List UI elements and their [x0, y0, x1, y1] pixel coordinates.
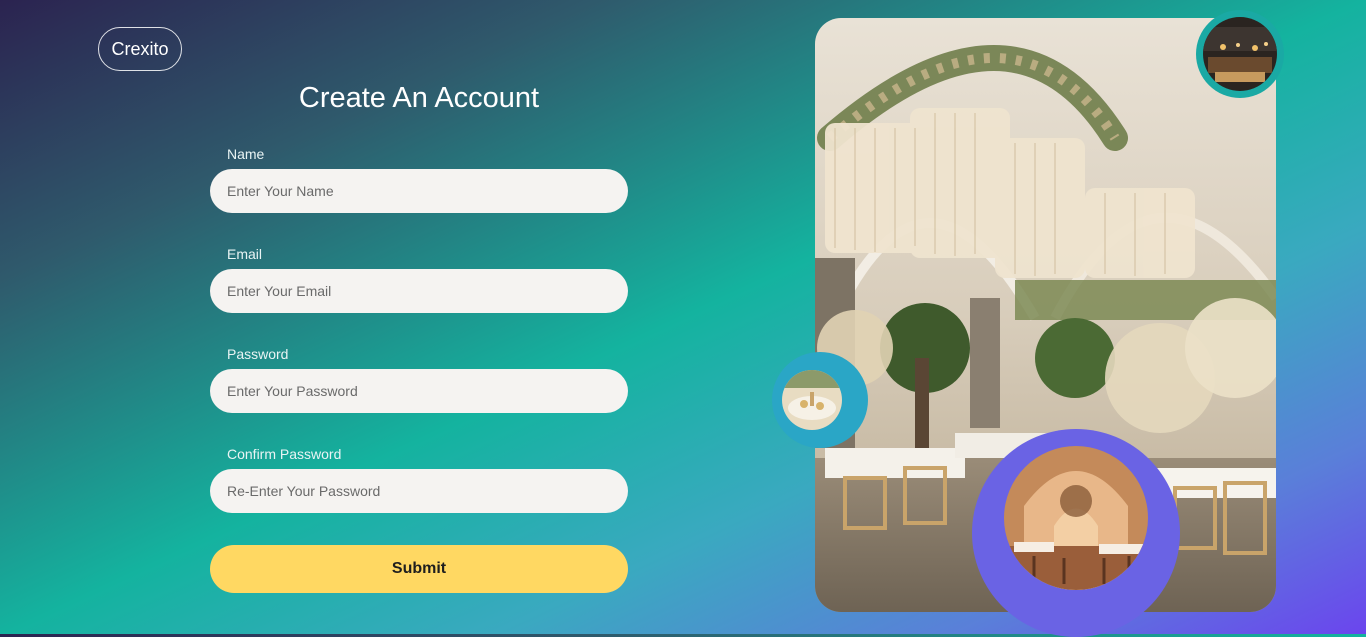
ring-bottom [972, 429, 1180, 637]
night-venue-photo [1203, 17, 1277, 91]
table-setting-photo [782, 370, 842, 430]
email-label: Email [227, 246, 263, 262]
ring-top-right [1196, 10, 1284, 98]
name-label: Name [227, 146, 265, 162]
logo-button[interactable]: Crexito [98, 27, 182, 71]
confirm-password-input[interactable] [210, 469, 628, 513]
name-input[interactable] [210, 169, 628, 213]
dining-hall-photo [1004, 446, 1148, 590]
ring-left [772, 352, 868, 448]
confirm-password-label: Confirm Password [227, 446, 342, 462]
email-input[interactable] [210, 269, 628, 313]
password-label: Password [227, 346, 289, 362]
password-input[interactable] [210, 369, 628, 413]
page-title: Create An Account [298, 82, 540, 114]
submit-button[interactable]: Submit [210, 545, 628, 593]
